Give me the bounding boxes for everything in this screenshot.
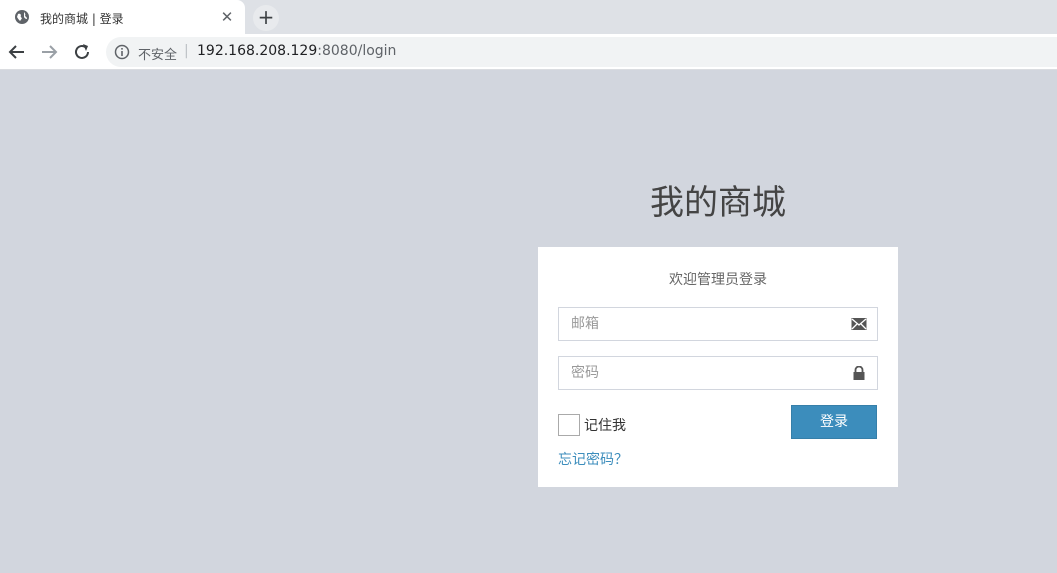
globe-icon: [15, 10, 29, 24]
email-input[interactable]: [559, 308, 839, 340]
password-input[interactable]: [559, 357, 839, 389]
reload-icon[interactable]: [71, 41, 93, 63]
site-logo: 我的商城: [650, 183, 786, 223]
login-page: 我的商城 欢迎管理员登录 记住我 登录 忘记密码？: [0, 71, 1057, 573]
login-box: 欢迎管理员登录 记住我 登录 忘记密码？: [538, 247, 898, 487]
url-host: 192.168.208.129: [197, 43, 318, 59]
browser-toolbar: 不安全 | 192.168.208.129:8080/login: [0, 34, 1057, 70]
remember-me-checkbox[interactable]: [558, 414, 580, 436]
new-tab-button[interactable]: +: [253, 5, 279, 31]
address-bar[interactable]: 不安全 | 192.168.208.129:8080/login: [106, 37, 1057, 67]
email-field-group: [558, 307, 878, 341]
url-path: :8080/login: [317, 43, 397, 59]
envelope-icon: [851, 318, 867, 330]
browser-tab[interactable]: 我的商城 | 登录 ✕: [0, 0, 245, 34]
forgot-password-link[interactable]: 忘记密码？: [558, 449, 628, 469]
url-separator: |: [184, 43, 189, 59]
login-button[interactable]: 登录: [791, 405, 877, 439]
info-icon[interactable]: [114, 44, 130, 60]
remember-me: 记住我: [558, 414, 626, 436]
forward-arrow-icon[interactable]: [38, 41, 60, 63]
close-icon[interactable]: ✕: [218, 8, 236, 26]
lock-icon: [853, 366, 865, 380]
url-text[interactable]: 192.168.208.129:8080/login: [197, 43, 396, 59]
tab-title: 我的商城 | 登录: [40, 12, 124, 26]
back-arrow-icon[interactable]: [6, 41, 28, 63]
tab-strip: 我的商城 | 登录 ✕ +: [0, 0, 1057, 34]
login-box-message: 欢迎管理员登录: [669, 272, 767, 288]
password-field-group: [558, 356, 878, 390]
insecure-label[interactable]: 不安全: [138, 44, 177, 63]
remember-me-label[interactable]: 记住我: [584, 415, 626, 435]
